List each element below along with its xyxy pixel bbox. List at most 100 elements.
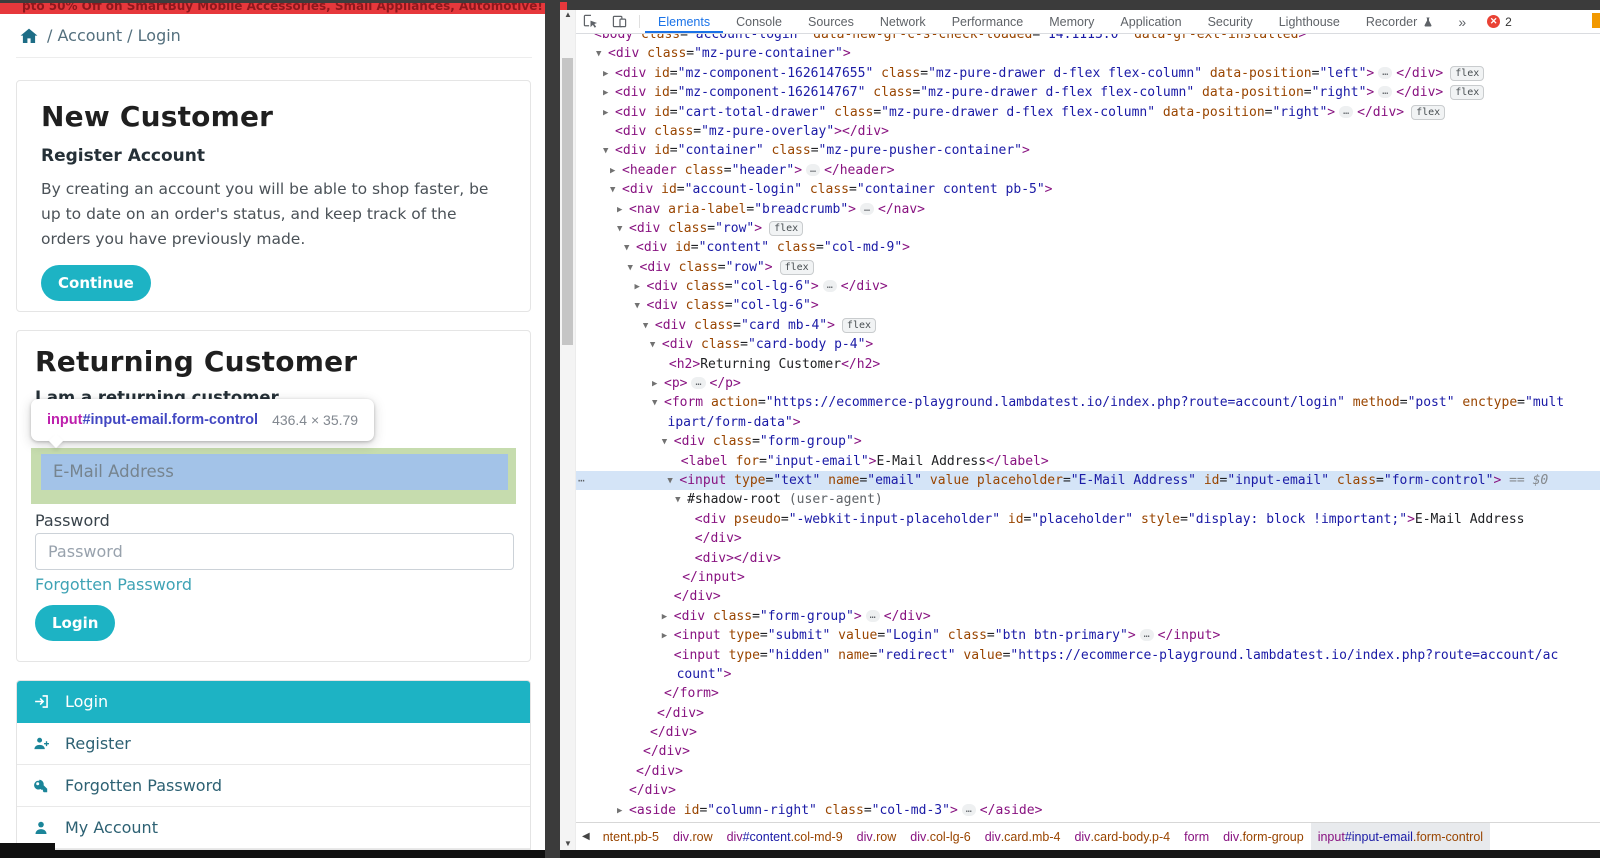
devtools-code-line[interactable]: ▼ <div id="container" class="mz-pure-push… — [576, 141, 1600, 160]
devtools-tab-recorder[interactable]: Recorder — [1353, 10, 1447, 33]
expand-arrow-closed-icon[interactable]: ▶ — [610, 162, 622, 181]
collapsed-content-icon[interactable]: … — [1378, 86, 1393, 99]
collapsed-content-icon[interactable]: … — [691, 377, 706, 390]
continue-button[interactable]: Continue — [41, 265, 151, 301]
expand-arrow-open-icon[interactable]: ▼ — [662, 433, 674, 452]
devtools-crumb[interactable]: div #content .col-md-9 — [720, 823, 850, 850]
devtools-code-line[interactable]: <div class="mz-pure-overlay"></div> — [576, 122, 1600, 141]
devtools-code-line[interactable]: ▼ <div class="row"> flex — [576, 219, 1600, 238]
password-input[interactable] — [35, 533, 514, 570]
devtools-code-line[interactable]: ▶ <div id="cart-total-drawer" class="mz-p… — [576, 103, 1600, 122]
devtools-tab-console[interactable]: Console — [723, 10, 795, 33]
expand-arrow-open-icon[interactable]: ▼ — [643, 317, 655, 336]
collapsed-content-icon[interactable]: … — [822, 280, 837, 293]
expand-arrow-open-icon[interactable]: ▼ — [650, 336, 662, 355]
expand-arrow-open-icon[interactable]: ▼ — [628, 259, 640, 278]
devtools-crumb[interactable]: div .col-lg-6 — [903, 823, 977, 850]
flex-badge[interactable]: flex — [1450, 85, 1485, 101]
devtools-code-line[interactable]: ▼ <div class="card-body p-4"> — [576, 335, 1600, 354]
devtools-code-line[interactable]: </div> — [576, 762, 1600, 781]
devtools-selected-node[interactable]: ⋯ ▼ <input type="text" name="email" value … — [576, 470, 1600, 491]
forgotten-password-link[interactable]: Forgotten Password — [35, 575, 192, 594]
scrollbar-thumb[interactable] — [562, 58, 573, 345]
expand-arrow-open-icon[interactable]: ▼ — [624, 239, 636, 258]
window-splitter[interactable] — [545, 0, 560, 858]
devtools-code-line[interactable]: </form> — [576, 684, 1600, 703]
devtools-code-line[interactable]: ▼ #shadow-root (user-agent) — [576, 490, 1600, 509]
flex-badge[interactable]: flex — [841, 317, 877, 333]
expand-arrow-closed-icon[interactable]: ▶ — [662, 627, 674, 646]
devtools-code-line[interactable]: ▶ <header class="header">… </header> — [576, 161, 1600, 180]
expand-arrow-closed-icon[interactable]: ▶ — [603, 84, 615, 103]
breadcrumb-scroll-left-icon[interactable]: ◀ — [576, 831, 596, 842]
expand-arrow-open-icon[interactable]: ▼ — [667, 472, 679, 491]
devtools-code-line[interactable]: ▶ <p>… </p> — [576, 374, 1600, 393]
breadcrumb-link-account[interactable]: Account — [57, 26, 122, 45]
promo-banner[interactable]: pto 50% Off on SmartBuy Mobile Accessori… — [0, 0, 545, 14]
account-menu-item-register[interactable]: Register — [17, 723, 530, 765]
devtools-code-line[interactable]: ▼ <div id="content" class="col-md-9"> — [576, 238, 1600, 257]
expand-arrow-open-icon[interactable]: ▼ — [603, 142, 615, 161]
expand-arrow-closed-icon[interactable]: ▶ — [603, 65, 615, 84]
devtools-crumb[interactable]: input #input-email .form-control — [1310, 823, 1491, 850]
devtools-tab-application[interactable]: Application — [1107, 10, 1194, 33]
devtools-code-line[interactable]: </div> — [576, 587, 1600, 606]
collapsed-content-icon[interactable]: … — [1139, 629, 1154, 642]
devtools-code-line[interactable]: ▶ <input type="submit" value="Login" clas… — [576, 626, 1600, 645]
expand-arrow-open-icon[interactable]: ▼ — [675, 491, 687, 510]
devtools-tab-network[interactable]: Network — [867, 10, 939, 33]
node-options-icon[interactable]: ⋯ — [578, 471, 585, 490]
inspect-element-icon[interactable] — [576, 10, 605, 33]
account-menu-item-my-account[interactable]: My Account — [17, 807, 530, 849]
devtools-code-line[interactable]: <div pseudo="-webkit-input-placeholder" … — [576, 510, 1600, 529]
devtools-code-line[interactable]: count"> — [576, 665, 1600, 684]
expand-arrow-closed-icon[interactable]: ▶ — [652, 375, 664, 394]
devtools-crumb[interactable]: div .form-group — [1216, 823, 1311, 850]
scrollbar-up-arrow[interactable]: ▲ — [560, 10, 576, 19]
devtools-code-line[interactable]: ▼ <div id="account-login" class="containe… — [576, 180, 1600, 199]
devtools-crumb[interactable]: ntent.pb-5 — [596, 823, 666, 850]
login-button[interactable]: Login — [35, 605, 116, 641]
devtools-code-line[interactable]: ▼ <div class="mz-pure-container"> — [576, 44, 1600, 63]
expand-arrow-closed-icon[interactable]: ▶ — [662, 608, 674, 627]
devtools-code-line[interactable]: ▼ <div class="form-group"> — [576, 432, 1600, 451]
devtools-tab-performance[interactable]: Performance — [939, 10, 1037, 33]
devtools-code-line[interactable]: ▼ <div class="col-lg-6"> — [576, 296, 1600, 315]
devtools-code-line[interactable]: ▶ <div id="mz-component-162614767" class=… — [576, 83, 1600, 102]
expand-arrow-open-icon[interactable]: ▼ — [610, 181, 622, 200]
breadcrumb-link-login[interactable]: Login — [138, 26, 181, 45]
flex-badge[interactable]: flex — [779, 259, 814, 275]
expand-arrow-closed-icon[interactable]: ▶ — [617, 802, 629, 821]
account-menu-item-forgotten-password[interactable]: Forgotten Password — [17, 765, 530, 807]
collapsed-content-icon[interactable]: … — [859, 202, 875, 215]
devtools-code-line[interactable]: ▼ <div class="row"> flex — [576, 258, 1600, 277]
devtools-tab-sources[interactable]: Sources — [795, 10, 867, 33]
devtools-code-line[interactable]: ▶ <div id="mz-component-1626147655" class… — [576, 64, 1600, 83]
expand-arrow-closed-icon[interactable]: ▶ — [635, 278, 647, 297]
account-menu-item-login[interactable]: Login — [17, 681, 530, 723]
expand-arrow-open-icon[interactable]: ▼ — [596, 45, 608, 64]
devtools-crumb[interactable]: div .row — [666, 823, 720, 850]
collapsed-content-icon[interactable]: … — [806, 163, 821, 176]
devtools-tab-security[interactable]: Security — [1195, 10, 1266, 33]
expand-arrow-closed-icon[interactable]: ▶ — [603, 104, 615, 123]
devtools-code-line[interactable]: <div></div> — [576, 549, 1600, 568]
devtools-code-line[interactable]: </div> — [576, 781, 1600, 800]
devtools-code-line[interactable]: </div> — [576, 704, 1600, 723]
scrollbar-down-arrow[interactable]: ▼ — [560, 839, 576, 848]
devtools-code-line[interactable]: </div> — [576, 529, 1600, 548]
devtools-crumb[interactable]: form — [1177, 823, 1216, 850]
devtools-code-line[interactable]: <h2>Returning Customer</h2> — [576, 355, 1600, 374]
device-toolbar-icon[interactable] — [605, 10, 634, 33]
devtools-code-line[interactable]: </div> — [576, 723, 1600, 742]
devtools-crumb[interactable]: div .card.mb-4 — [978, 823, 1068, 850]
devtools-tab-elements[interactable]: Elements — [645, 10, 723, 33]
expand-arrow-closed-icon[interactable]: ▶ — [617, 201, 629, 220]
devtools-code-line[interactable]: </div> — [576, 742, 1600, 761]
more-tabs-button[interactable]: » — [1449, 10, 1475, 33]
devtools-code-line[interactable]: <body class="account-login" data-new-gr-… — [576, 34, 1600, 44]
devtools-code-line[interactable]: ▶ <div class="form-group">… </div> — [576, 607, 1600, 626]
warning-badge-clipped[interactable] — [1592, 13, 1600, 28]
page-scrollbar[interactable]: ▲ ▼ — [560, 10, 576, 858]
collapsed-content-icon[interactable]: … — [1339, 105, 1354, 118]
